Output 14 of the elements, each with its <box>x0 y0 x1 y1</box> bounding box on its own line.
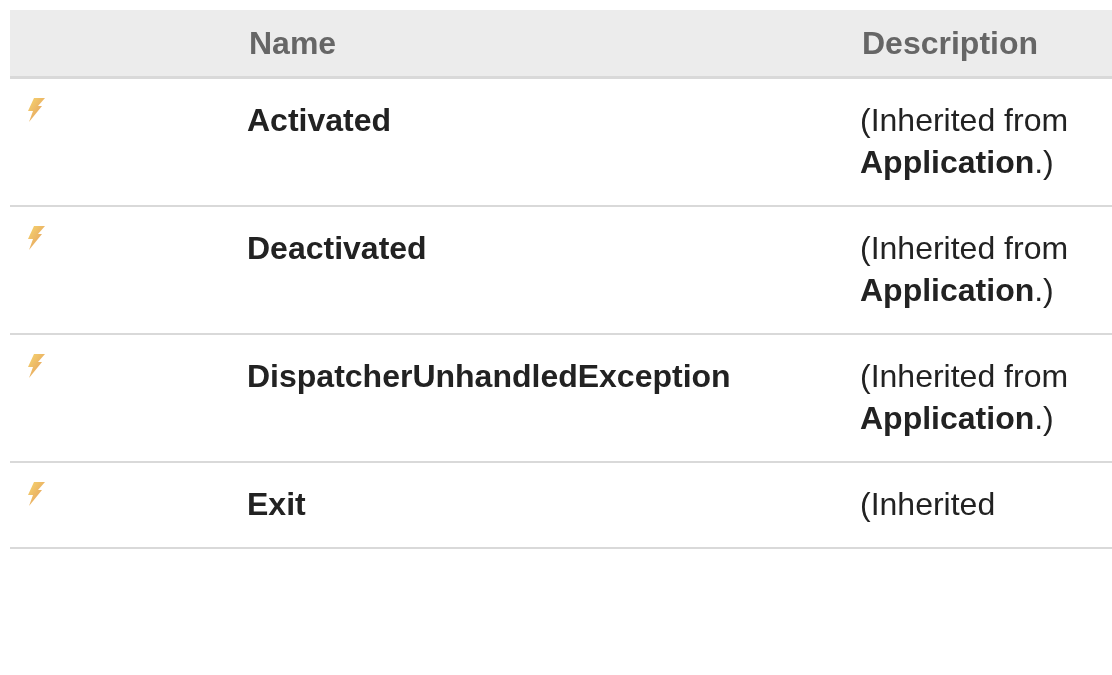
column-header: Name <box>232 10 845 78</box>
lightning-icon <box>25 482 45 506</box>
lightning-icon <box>25 226 45 250</box>
event-name: DispatcherUnhandledException <box>247 358 731 394</box>
event-name: Exit <box>247 486 306 522</box>
description-text: (Inherited from Application.) <box>860 357 1070 438</box>
lightning-icon <box>25 354 45 378</box>
description-text: (Inherited from Application.) <box>860 101 1070 182</box>
description-text: (Inherited <box>860 485 997 524</box>
column-header: Description <box>845 10 1112 78</box>
description-text: (Inherited from Application.) <box>860 229 1070 310</box>
event-name: Activated <box>247 102 392 138</box>
lightning-icon <box>25 98 45 122</box>
event-name: Deactivated <box>247 230 427 266</box>
